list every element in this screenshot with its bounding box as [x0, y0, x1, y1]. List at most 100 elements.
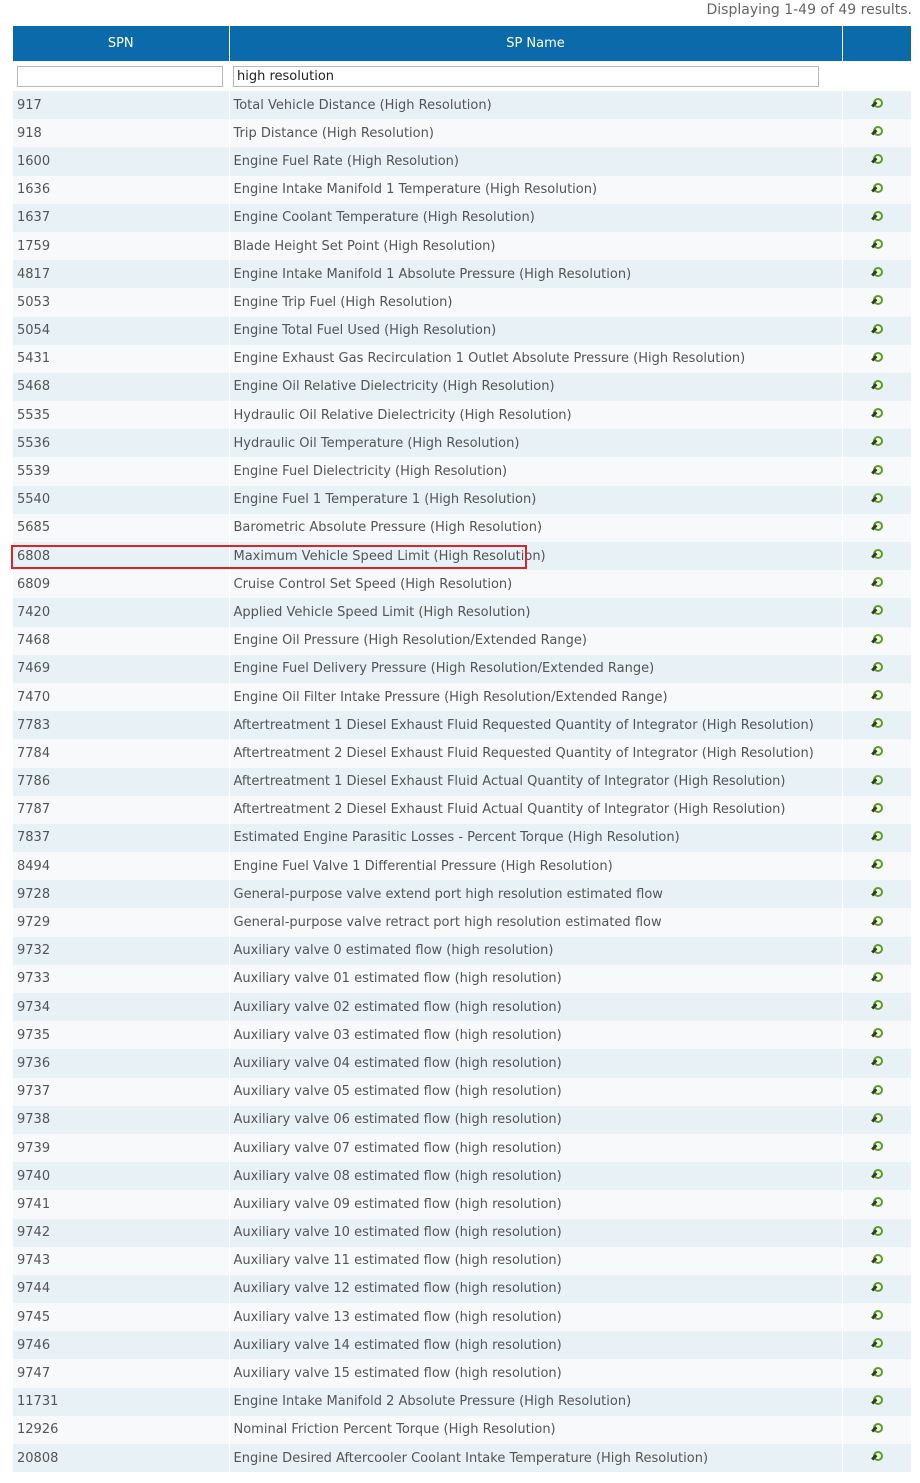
magnifier-view-icon[interactable] [870, 182, 884, 197]
magnifier-view-icon[interactable] [870, 549, 884, 563]
action-cell [842, 1162, 911, 1191]
magnifier-view-icon[interactable] [870, 436, 884, 450]
table-row: 917 Total Vehicle Distance (High Resoluti… [13, 91, 911, 120]
spn-cell: 7787 [13, 795, 230, 824]
sp-name-cell: Estimated Engine Parasitic Losses - Perc… [229, 823, 843, 853]
action-cell [842, 1331, 911, 1360]
sp-name-cell: Auxiliary valve 10 estimated flow (high … [229, 1218, 843, 1247]
magnifier-view-icon[interactable] [870, 1084, 884, 1099]
magnifier-view-icon[interactable] [870, 1422, 884, 1437]
magnifier-view-icon[interactable] [870, 746, 884, 760]
magnifier-view-icon[interactable] [870, 267, 884, 281]
action-cell [842, 1021, 911, 1050]
spn-cell: 9738 [13, 1105, 230, 1134]
sp-name-cell: Auxiliary valve 01 estimated flow (high … [229, 964, 843, 993]
spn-cell: 11731 [13, 1387, 230, 1416]
magnifier-view-icon[interactable] [870, 239, 884, 253]
table-row: 9746 Auxiliary valve 14 estimated flow (h… [13, 1331, 911, 1360]
magnifier-view-icon[interactable] [870, 1366, 884, 1381]
magnifier-view-icon[interactable] [870, 351, 884, 366]
sp-name-cell: Engine Desired Aftercooler Coolant Intak… [229, 1444, 843, 1473]
spn-cell: 1759 [13, 231, 230, 261]
magnifier-view-icon[interactable] [870, 943, 884, 958]
magnifier-view-icon[interactable] [870, 1000, 884, 1014]
action-cell [842, 1133, 911, 1163]
sp-name-cell: Engine Fuel 1 Temperature 1 (High Resolu… [229, 485, 843, 514]
action-cell [842, 993, 911, 1022]
magnifier-view-icon[interactable] [870, 1197, 884, 1211]
magnifier-view-icon[interactable] [870, 154, 884, 168]
magnifier-view-icon[interactable] [870, 408, 884, 422]
magnifier-view-icon[interactable] [870, 915, 884, 930]
magnifier-view-icon[interactable] [870, 1225, 884, 1240]
magnifier-view-icon[interactable] [870, 859, 884, 873]
magnifier-view-icon[interactable] [870, 1451, 884, 1465]
magnifier-view-icon[interactable] [870, 605, 884, 619]
magnifier-view-icon[interactable] [870, 379, 884, 394]
table-row: 9743 Auxiliary valve 11 estimated flow (h… [13, 1246, 911, 1275]
magnifier-view-icon[interactable] [870, 577, 884, 591]
sp-name-cell: Trip Distance (High Resolution) [229, 119, 843, 148]
spn-filter-input[interactable] [17, 65, 223, 87]
magnifier-view-icon[interactable] [870, 830, 884, 845]
table-row: 1637 Engine Coolant Temperature (High Res… [13, 203, 911, 232]
magnifier-view-icon[interactable] [870, 633, 884, 648]
magnifier-view-icon[interactable] [870, 492, 884, 507]
action-cell [842, 1444, 911, 1473]
magnifier-view-icon[interactable] [870, 98, 884, 112]
magnifier-view-icon[interactable] [870, 1253, 884, 1268]
magnifier-view-icon[interactable] [870, 971, 884, 986]
magnifier-view-icon[interactable] [870, 1028, 884, 1042]
column-header-actions [842, 26, 911, 61]
magnifier-view-icon[interactable] [870, 210, 884, 225]
magnifier-view-icon[interactable] [870, 126, 884, 140]
spn-cell: 9739 [13, 1133, 230, 1163]
magnifier-view-icon[interactable] [870, 1338, 884, 1352]
magnifier-view-icon[interactable] [870, 661, 884, 676]
action-cell [842, 231, 911, 261]
magnifier-view-icon[interactable] [870, 1281, 884, 1296]
magnifier-view-icon[interactable] [870, 464, 884, 479]
table-row: 9741 Auxiliary valve 09 estimated flow (h… [13, 1190, 911, 1219]
magnifier-view-icon[interactable] [870, 690, 884, 704]
magnifier-view-icon[interactable] [870, 1056, 884, 1070]
magnifier-view-icon[interactable] [870, 520, 884, 535]
table-row: 9728 General-purpose valve extend port hi… [13, 880, 911, 909]
grid-header-row: SPN SP Name [13, 26, 911, 61]
spn-cell: 12926 [13, 1415, 230, 1444]
sp-name-cell: Auxiliary valve 15 estimated flow (high … [229, 1359, 843, 1388]
sp-name-filter-input[interactable] [233, 65, 819, 87]
column-header-sp-name[interactable]: SP Name [229, 26, 843, 61]
magnifier-view-icon[interactable] [870, 1169, 884, 1183]
column-header-spn[interactable]: SPN [13, 26, 230, 61]
spn-cell: 7420 [13, 598, 230, 627]
magnifier-view-icon[interactable] [870, 718, 884, 732]
magnifier-view-icon[interactable] [870, 323, 884, 338]
spn-cell: 1600 [13, 147, 230, 176]
spn-cell: 7783 [13, 711, 230, 740]
filter-cell-empty [842, 61, 911, 91]
magnifier-view-icon[interactable] [870, 1394, 884, 1409]
sp-name-cell: Aftertreatment 2 Diesel Exhaust Fluid Ac… [229, 795, 843, 824]
action-cell [842, 1274, 911, 1304]
sp-name-cell: Hydraulic Oil Temperature (High Resoluti… [229, 429, 843, 458]
magnifier-view-icon[interactable] [870, 802, 884, 817]
action-cell [842, 739, 911, 768]
magnifier-view-icon[interactable] [870, 887, 884, 901]
magnifier-view-icon[interactable] [870, 1310, 884, 1324]
magnifier-view-icon[interactable] [870, 1141, 884, 1155]
action-cell [842, 260, 911, 289]
magnifier-view-icon[interactable] [870, 774, 884, 789]
action-cell [842, 1077, 911, 1106]
action-cell [842, 485, 911, 514]
magnifier-view-icon[interactable] [870, 295, 884, 309]
sp-name-cell: Engine Oil Filter Intake Pressure (High … [229, 682, 843, 712]
sp-name-cell: Aftertreatment 1 Diesel Exhaust Fluid Ac… [229, 767, 843, 796]
table-row: 7784 Aftertreatment 2 Diesel Exhaust Flui… [13, 739, 911, 768]
spn-cell: 9734 [13, 993, 230, 1022]
magnifier-view-icon[interactable] [870, 1112, 884, 1127]
sp-name-cell: Auxiliary valve 12 estimated flow (high … [229, 1274, 843, 1304]
spn-cell: 7786 [13, 767, 230, 796]
action-cell [842, 880, 911, 909]
sp-name-cell: Auxiliary valve 13 estimated flow (high … [229, 1303, 843, 1332]
